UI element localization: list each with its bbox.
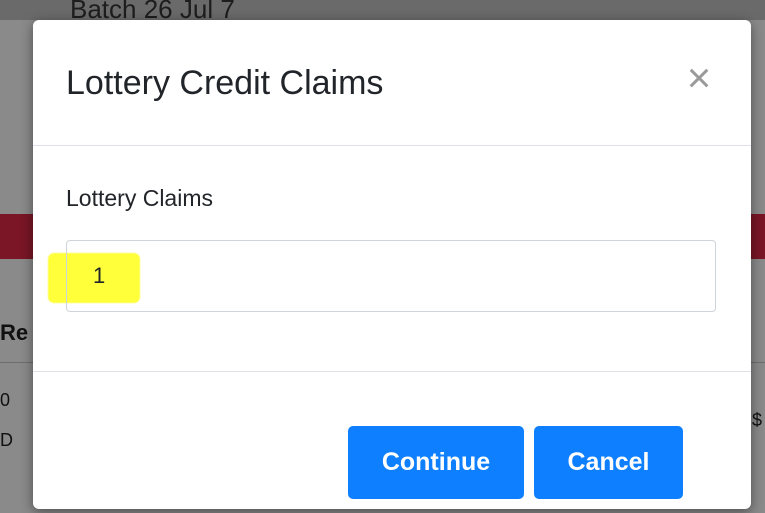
dialog-title: Lottery Credit Claims <box>66 64 384 102</box>
lottery-claims-dialog: Lottery Credit Claims × Lottery Claims C… <box>33 20 751 509</box>
lottery-claims-label: Lottery Claims <box>66 185 213 211</box>
background-heading: Re <box>0 320 29 345</box>
lottery-claims-input[interactable] <box>66 240 716 312</box>
dialog-header: Lottery Credit Claims × <box>33 20 751 146</box>
background-row-text: D <box>0 430 13 450</box>
background-row-text: 0 <box>0 390 11 410</box>
continue-button[interactable]: Continue <box>348 426 524 499</box>
cancel-button[interactable]: Cancel <box>534 426 683 499</box>
dialog-footer: Continue Cancel <box>33 371 751 510</box>
background-row-text: $ <box>752 410 763 430</box>
close-icon[interactable]: × <box>681 57 717 99</box>
